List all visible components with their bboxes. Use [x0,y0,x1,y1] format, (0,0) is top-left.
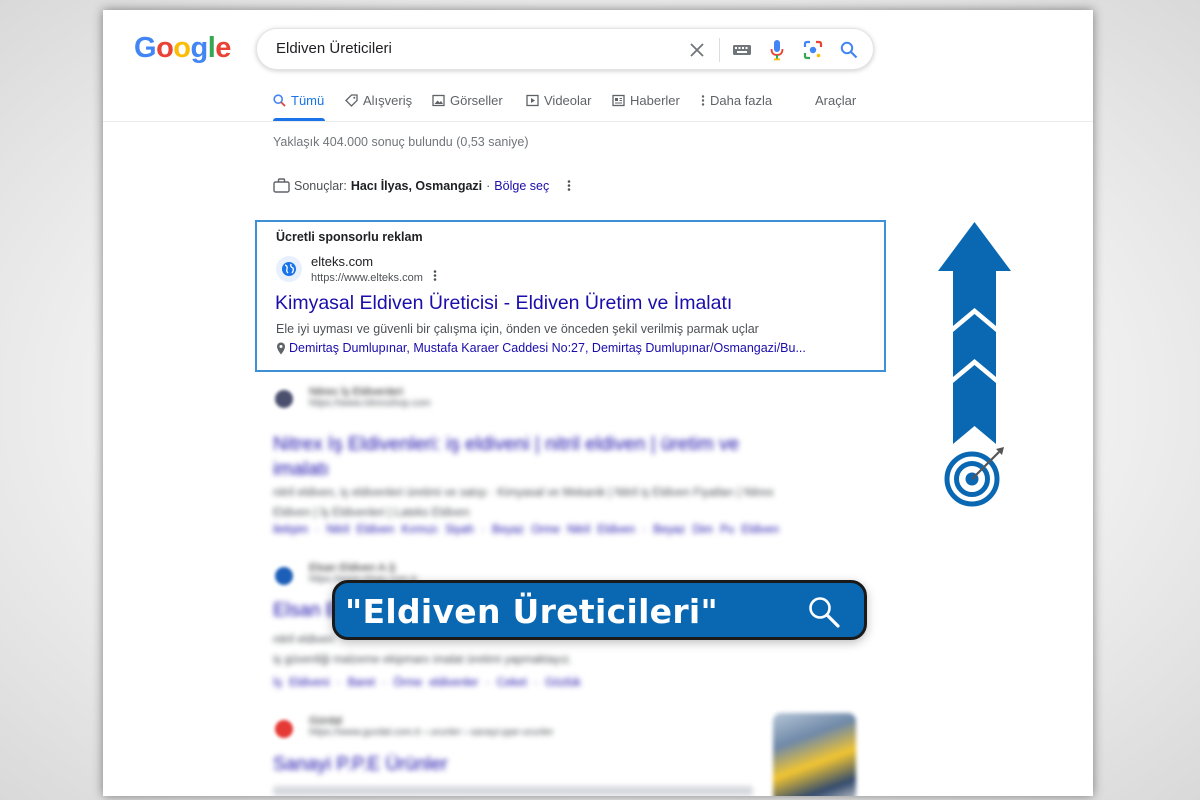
target-icon [944,447,1004,507]
search-icon [809,597,840,628]
result-snippet-line: Eldiven | İş Eldivenleri | Lateks Eldive… [273,507,470,519]
search-divider [719,38,720,62]
search-tabs: Tümü Alışveriş Görseller Videolar Haberl… [273,93,1073,123]
result-snippet-line: iş güvenliği malzeme ekipmanı imalat üre… [273,654,573,666]
ad-address: Demirtaş Dumlupınar, Mustafa Karaer Cadd… [289,341,806,355]
tab-videos[interactable]: Videolar [526,93,591,108]
google-logo[interactable]: Google [134,32,231,65]
tab-all[interactable]: Tümü [273,93,324,108]
more-options-icon[interactable] [567,179,571,192]
result-site-name: Gürdal [309,715,343,727]
result-sitelinks[interactable]: iletişim · Nitril Eldiven Kırmızı Siyah … [273,524,779,536]
result-favicon [275,390,293,408]
ad-url[interactable]: https://www.elteks.com [311,272,423,284]
more-vert-icon [701,95,705,106]
tab-label: Tümü [291,93,325,108]
choose-region-link[interactable]: Bölge seç [494,179,549,193]
result-sitelinks-text: iletişim · Nitril Eldiven Kırmızı Siyah … [273,524,780,536]
result-favicon [275,720,293,738]
result-sitelinks-text: İş Eldiveni · Baret · Örme eldivenler · … [273,677,581,689]
result-site[interactable]: Nitrex İş Eldivenleri https://www.nitrex… [309,386,431,409]
search-icon[interactable] [837,38,861,62]
ad-site-name[interactable]: elteks.com [311,254,373,269]
globe-icon [276,256,302,282]
briefcase-icon [273,178,290,193]
result-title-link[interactable]: Sanayi P.P.E Ürünler [273,752,448,777]
tag-icon [345,94,358,107]
play-icon [526,94,539,107]
result-favicon [275,567,293,585]
location-place: Hacı İlyas, Osmangazi [350,178,483,193]
lens-icon[interactable] [801,38,825,62]
result-snippet-line: nitril eldiven, iş eldivenleri üretimi v… [273,487,774,499]
search-input[interactable]: Eldiven Üreticileri [276,40,392,57]
location-pin-icon [277,342,285,354]
result-stats: Yaklaşık 404.000 sonuç bulundu (0,53 san… [273,135,529,149]
result-title-link[interactable]: Nitrex İş Eldivenleri: iş eldiveni | nit… [273,432,793,482]
result-url: https://www.nitrexshop.com [309,398,431,409]
result-title-line: Nitrex İş Eldivenleri: iş eldiveni | nit… [273,434,740,455]
result-title-line: Sanayi P.P.E Ürünler [273,754,448,775]
location-separator: · [486,178,491,193]
result-site[interactable]: Gürdal https://www.gurdal.com.tr › urunl… [309,715,554,738]
search-icon [273,94,286,107]
keyboard-icon[interactable] [730,38,754,62]
result-site-name: Elsan Eldiven A.Ş [309,562,396,574]
ad-label: Ücretli sponsorlu reklam [276,230,423,244]
logo-letter: g [190,32,209,64]
search-box[interactable]: Eldiven Üreticileri [256,28,874,70]
tab-label: Görseller [450,93,503,108]
result-snippet [273,786,753,796]
logo-letter: l [207,32,216,64]
tab-label: Daha fazla [710,93,773,108]
ad-address-link[interactable]: Demirtaş Dumlupınar, Mustafa Karaer Cadd… [276,341,806,355]
location-prefix: Sonuçlar: [294,178,347,193]
sponsored-ad: Ücretli sponsorlu reklam elteks.com http… [255,220,886,372]
ad-title-link[interactable]: Kimyasal Eldiven Üreticisi - Eldiven Üre… [275,292,732,315]
ranking-up-arrow-icon [938,222,1011,444]
result-snippet: nitril eldiven, iş eldivenleri üretimi v… [273,483,833,523]
logo-letter: G [134,32,157,64]
ad-more-icon[interactable] [433,269,437,285]
location-bar: Sonuçlar: Hacı İlyas, Osmangazi · Bölge … [273,178,571,193]
divider [103,121,1093,122]
tab-news[interactable]: Haberler [612,93,680,108]
logo-letter: e [215,32,231,64]
tab-tools[interactable]: Araçlar [815,93,856,108]
tab-images[interactable]: Görseller [432,93,503,108]
logo-letter: o [156,32,174,64]
result-title-line: imalatı [273,459,329,480]
result-url: https://www.gurdal.com.tr › urunler › sa… [309,727,554,738]
logo-letter: o [173,32,191,64]
tab-more[interactable]: Daha fazla [701,93,772,108]
tab-shopping[interactable]: Alışveriş [345,93,412,108]
tab-label: Haberler [630,93,680,108]
tab-label: Alışveriş [363,93,413,108]
clear-icon[interactable] [685,38,709,62]
result-thumbnail[interactable] [773,713,856,796]
highlighted-query-bar: "Eldiven Üreticileri" [332,580,867,640]
result-sitelinks[interactable]: İş Eldiveni · Baret · Örme eldivenler · … [273,677,581,689]
microphone-icon[interactable] [765,38,789,62]
image-icon [432,94,445,107]
tab-label: Videolar [544,93,592,108]
highlighted-query-text: "Eldiven Üreticileri" [345,592,719,631]
ad-description: Ele iyi uyması ve güvenli bir çalışma iç… [276,322,759,336]
newspaper-icon [612,94,625,107]
result-site-name: Nitrex İş Eldivenleri [309,386,404,398]
tab-label: Araçlar [815,93,857,108]
